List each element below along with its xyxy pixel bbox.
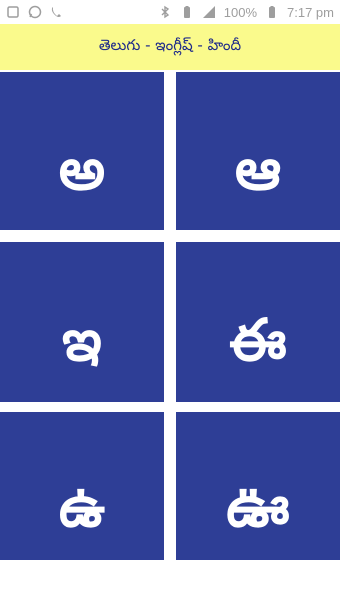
- letter-tile[interactable]: అ: [0, 72, 164, 230]
- app-screen: 100% 7:17 pm తెలుగు - ఇంగ్లీష్ - హిందీ అ…: [0, 0, 340, 606]
- tile-letter: ఇ: [62, 306, 102, 374]
- signal-icon: [202, 5, 216, 19]
- tile-letter: ఈ: [229, 306, 287, 374]
- letter-tile[interactable]: ఊ: [176, 412, 340, 560]
- notification-icon: [6, 5, 20, 19]
- battery-icon: [265, 5, 279, 19]
- tile-letter: ఊ: [226, 472, 290, 540]
- letter-tile[interactable]: ఈ: [176, 242, 340, 402]
- tile-letter: అ: [58, 135, 106, 203]
- battery-saver-icon: [180, 5, 194, 19]
- battery-percent: 100%: [223, 4, 258, 20]
- bluetooth-icon: [158, 5, 172, 19]
- title-bar: తెలుగు - ఇంగ్లీష్ - హిందీ: [0, 24, 340, 70]
- letter-tile[interactable]: ఉ: [0, 412, 164, 560]
- page-title: తెలుగు - ఇంగ్లీష్ - హిందీ: [98, 36, 242, 54]
- whatsapp-icon: [28, 5, 42, 19]
- clock: 7:17 pm: [287, 4, 334, 20]
- status-right: 100% 7:17 pm: [158, 5, 334, 20]
- tile-letter: ఉ: [58, 472, 106, 540]
- tile-letter: ఆ: [234, 135, 282, 203]
- letter-tile[interactable]: ఆ: [176, 72, 340, 230]
- letter-tile[interactable]: ఇ: [0, 242, 164, 402]
- phone-icon: [50, 5, 64, 19]
- status-left: [6, 5, 64, 19]
- status-bar: 100% 7:17 pm: [0, 0, 340, 24]
